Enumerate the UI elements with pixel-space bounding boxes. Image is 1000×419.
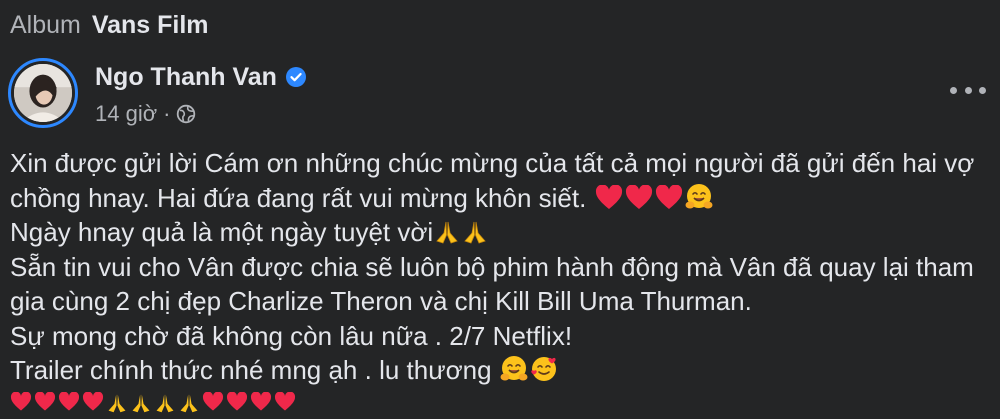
folded-hands-icon (178, 392, 200, 419)
post-line: Trailer chính thức nhé mng ạh . lu thươn… (10, 353, 998, 388)
post-line: gia cùng 2 chị đẹp Charlize Theron và ch… (10, 286, 752, 316)
heart-icon (82, 391, 104, 419)
more-options-icon (950, 86, 957, 94)
red-heart-icon (625, 184, 653, 211)
post-line: Ngày hnay quả là một ngày tuyệt vời (10, 215, 998, 250)
post-timestamp-link[interactable]: 14 giờ (95, 100, 157, 128)
avatar-photo (14, 64, 72, 122)
avatar[interactable] (8, 58, 78, 128)
folded-hands-icon (434, 219, 460, 245)
folded-hands-icon (462, 219, 488, 245)
red-heart-icon (595, 184, 623, 211)
post-text: Xin được gửi lời Cám ơn những chúc mừng … (10, 146, 998, 388)
post-line: Sự mong chờ đã không còn lâu nữa . 2/7 N… (10, 320, 573, 351)
verified-badge-icon (285, 66, 307, 88)
author-row: Ngo Thanh Van (95, 62, 307, 92)
meta-separator: · (163, 101, 171, 126)
post-meta: 14 giờ · (95, 100, 196, 128)
hugging-face-icon (500, 355, 528, 383)
post-line-text: Trailer chính thức nhé mng ạh . lu thươn… (10, 355, 499, 385)
post-line: Sẵn tin vui cho Vân được chia sẽ luôn bộ… (10, 251, 974, 282)
heart-icon (274, 391, 296, 419)
heart-icon (34, 391, 56, 419)
clipped-emoji-row (10, 391, 296, 419)
heart-icon (58, 391, 80, 419)
heart-icon (250, 391, 272, 419)
heart-icon (10, 391, 32, 419)
folded-hands-icon (106, 392, 128, 419)
globe-icon[interactable] (176, 104, 196, 124)
post-line-text: Ngày hnay quả là một ngày tuyệt vời (10, 217, 434, 247)
more-options-button[interactable] (950, 78, 986, 102)
folded-hands-icon (130, 392, 152, 419)
smiling-face-with-hearts-icon (530, 355, 558, 383)
folded-hands-icon (154, 392, 176, 419)
heart-icon (226, 391, 248, 419)
album-label: Album (10, 11, 81, 39)
red-heart-icon (655, 184, 683, 211)
post-line: Xin được gửi lời Cám ơn những chúc mừng … (10, 148, 975, 178)
post-line-text: chồng hnay. Hai đứa đang rất vui mừng kh… (10, 182, 594, 213)
album-name-link[interactable]: Vans Film (92, 11, 209, 39)
heart-icon (202, 391, 224, 419)
post-line: chồng hnay. Hai đứa đang rất vui mừng kh… (10, 181, 998, 216)
hugging-face-icon (685, 183, 713, 211)
author-name-link[interactable]: Ngo Thanh Van (95, 62, 277, 92)
album-header: Album Vans Film (10, 10, 209, 40)
